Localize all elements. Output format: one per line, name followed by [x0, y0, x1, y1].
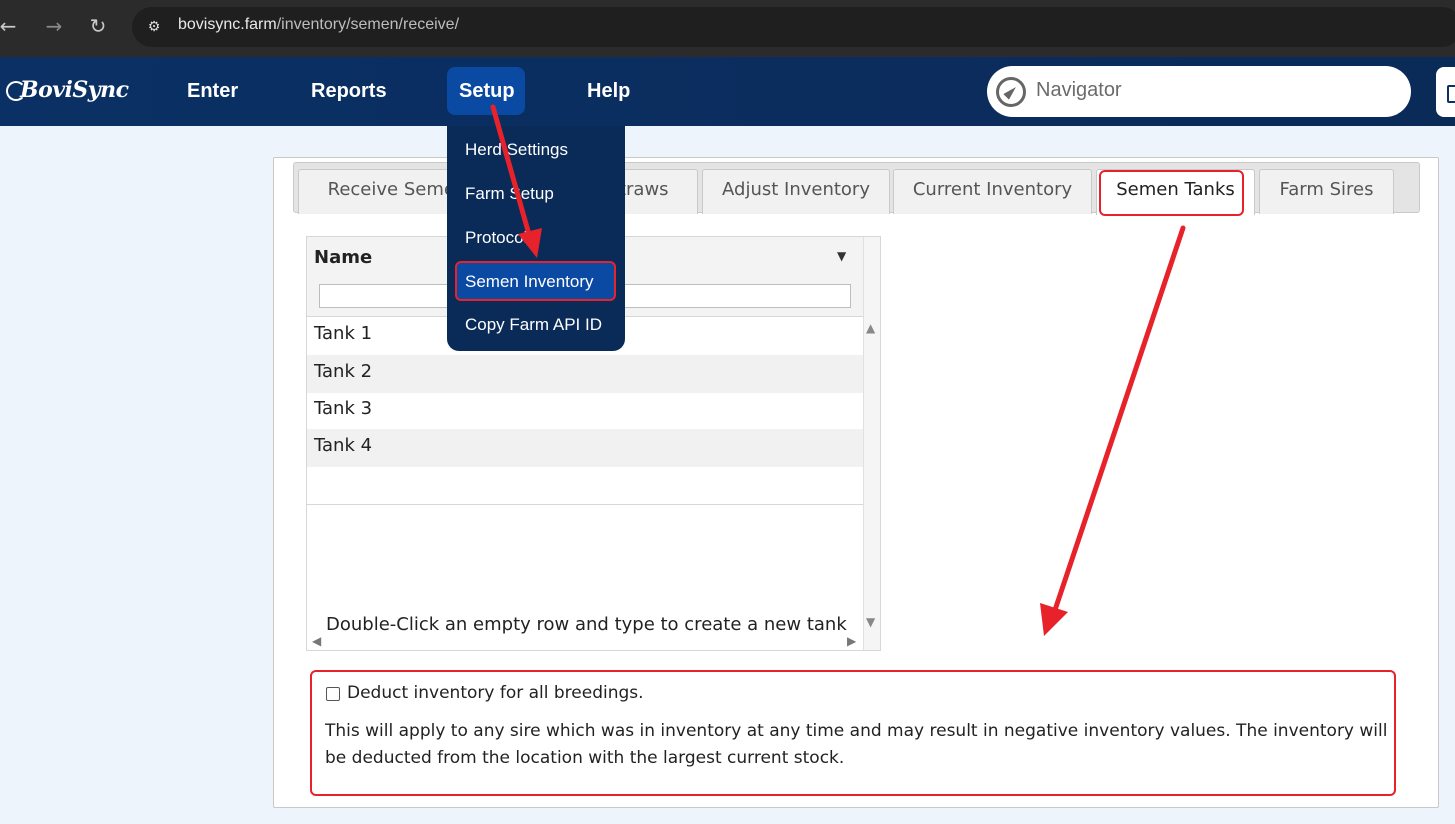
- annotation-arrow-to-menu: [490, 104, 542, 258]
- annotation-arrow-to-section: [1040, 225, 1186, 636]
- annotation-arrows: [490, 104, 1186, 636]
